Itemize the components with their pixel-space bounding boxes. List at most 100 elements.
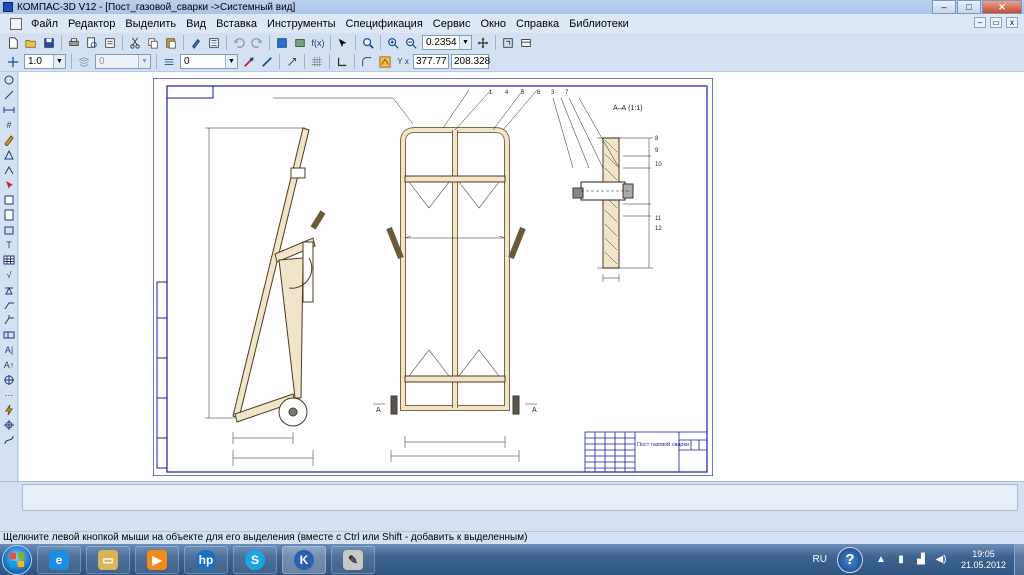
undo-icon[interactable] [232,36,246,50]
redo-icon[interactable] [250,36,264,50]
report-icon[interactable] [2,208,16,222]
chevron-down-icon[interactable]: ▼ [138,55,150,68]
view-arrow-icon[interactable]: A↑ [2,358,16,372]
format-painter-icon[interactable] [189,36,203,50]
geometry-icon[interactable] [2,73,16,87]
hatch-icon[interactable]: # [2,118,16,132]
chevron-down-icon[interactable]: ▼ [225,55,237,68]
taskbar-skype[interactable]: S [233,545,277,574]
position-icon[interactable] [2,313,16,327]
section-line-icon[interactable]: A| [2,343,16,357]
close-button[interactable]: ✕ [982,0,1022,14]
zoom-out-icon[interactable] [404,36,418,50]
insert-icon[interactable] [2,223,16,237]
line-icon[interactable] [2,88,16,102]
spec-icon[interactable] [2,193,16,207]
pan-icon[interactable] [476,36,490,50]
cursor-step-icon[interactable] [6,55,20,69]
volume-icon[interactable]: ◀) [935,554,947,566]
taskbar-hp[interactable]: hp [184,545,228,574]
show-hidden-icons-icon[interactable]: ▲ [875,554,887,566]
zoom-in-icon[interactable] [386,36,400,50]
snap-point-icon[interactable] [2,418,16,432]
layer-icon[interactable] [77,55,91,69]
zoom-window-icon[interactable] [361,36,375,50]
print-preview-icon[interactable] [85,36,99,50]
leader-icon[interactable] [2,298,16,312]
coord-y-field[interactable]: 208.328 [451,54,490,69]
select-icon[interactable] [2,178,16,192]
parametric-mode-icon[interactable] [378,55,392,69]
snap-icon[interactable] [242,55,256,69]
taskbar-paint[interactable]: ✎ [331,545,375,574]
menu-help[interactable]: Справка [512,18,565,30]
round-icon[interactable] [360,55,374,69]
base-icon[interactable] [2,283,16,297]
center-icon[interactable] [2,373,16,387]
drawing-canvas[interactable]: А А А–А (1:1) 1 4 5 6 3 7 8 9 10 11 12 П… [19,72,1024,481]
zoom-level-select[interactable]: 0.2354 ▼ [422,35,472,50]
coordinate-system-icon[interactable] [335,55,349,69]
grid-icon[interactable] [310,55,324,69]
show-desktop-button[interactable] [1014,544,1024,575]
menu-file[interactable]: Файл [27,18,64,30]
clock[interactable]: 19:05 21.05.2012 [961,549,1006,571]
ortho-icon[interactable] [285,55,299,69]
menu-libraries[interactable]: Библиотеки [565,18,635,30]
parametrization-icon[interactable] [2,148,16,162]
language-indicator[interactable]: RU [813,554,827,565]
document-icon[interactable] [10,17,22,30]
battery-icon[interactable]: ▮ [895,554,907,566]
menu-window[interactable]: Окно [476,18,512,30]
menu-editor[interactable]: Редактор [64,18,121,30]
new-document-icon[interactable] [6,36,20,50]
doc-restore-button[interactable]: ▭ [990,17,1002,28]
lightning-icon[interactable] [2,403,16,417]
table-icon[interactable] [2,253,16,267]
doc-close-button[interactable]: x [1006,17,1018,28]
style-icon[interactable] [162,55,176,69]
tolerance-icon[interactable] [2,328,16,342]
title-bar[interactable]: КОМПАС-3D V12 - [Пост_газовой_сварки ->С… [0,0,1024,14]
variables-icon[interactable] [207,36,221,50]
style-select[interactable]: 0 ▼ [180,54,238,69]
open-folder-icon[interactable] [24,36,38,50]
copy-icon[interactable] [146,36,160,50]
view-manager-icon[interactable] [519,36,533,50]
taskbar-media-player[interactable]: ▶ [135,545,179,574]
menu-tools[interactable]: Инструменты [263,18,342,30]
maximize-button[interactable]: □ [957,0,981,14]
curve-icon[interactable] [2,433,16,447]
properties-icon[interactable] [103,36,117,50]
menu-view[interactable]: Вид [182,18,212,30]
menu-service[interactable]: Сервис [429,18,477,30]
properties-area[interactable] [22,484,1018,511]
function-icon[interactable]: f(x) [311,36,325,50]
taskbar-explorer[interactable]: ▭ [86,545,130,574]
menu-select[interactable]: Выделить [121,18,182,30]
taskbar-kompas[interactable]: K [282,545,326,574]
refresh-icon[interactable] [501,36,515,50]
help-icon[interactable]: ? [836,546,863,573]
text-icon[interactable]: T [2,238,16,252]
layer-select[interactable]: 0 ▼ [95,54,151,69]
paste-icon[interactable] [164,36,178,50]
start-button[interactable] [2,544,32,575]
roughness-icon[interactable]: √ [2,268,16,282]
doc-minimize-button[interactable]: – [974,17,986,28]
kompas-app-icon[interactable] [3,2,13,12]
manager-icon[interactable] [275,36,289,50]
context-help-icon[interactable] [336,36,350,50]
measure-icon[interactable] [2,163,16,177]
library-icon[interactable] [293,36,307,50]
save-icon[interactable] [42,36,56,50]
coord-x-field[interactable]: 377.77 [413,54,449,69]
local-snap-icon[interactable] [260,55,274,69]
edit-icon[interactable] [2,133,16,147]
print-icon[interactable] [67,36,81,50]
cursor-step-select[interactable]: 1.0 ▼ [24,54,66,69]
cut-icon[interactable] [128,36,142,50]
menu-specification[interactable]: Спецификация [342,18,429,30]
chevron-down-icon[interactable]: ▼ [53,55,65,68]
menu-insert[interactable]: Вставка [212,18,263,30]
